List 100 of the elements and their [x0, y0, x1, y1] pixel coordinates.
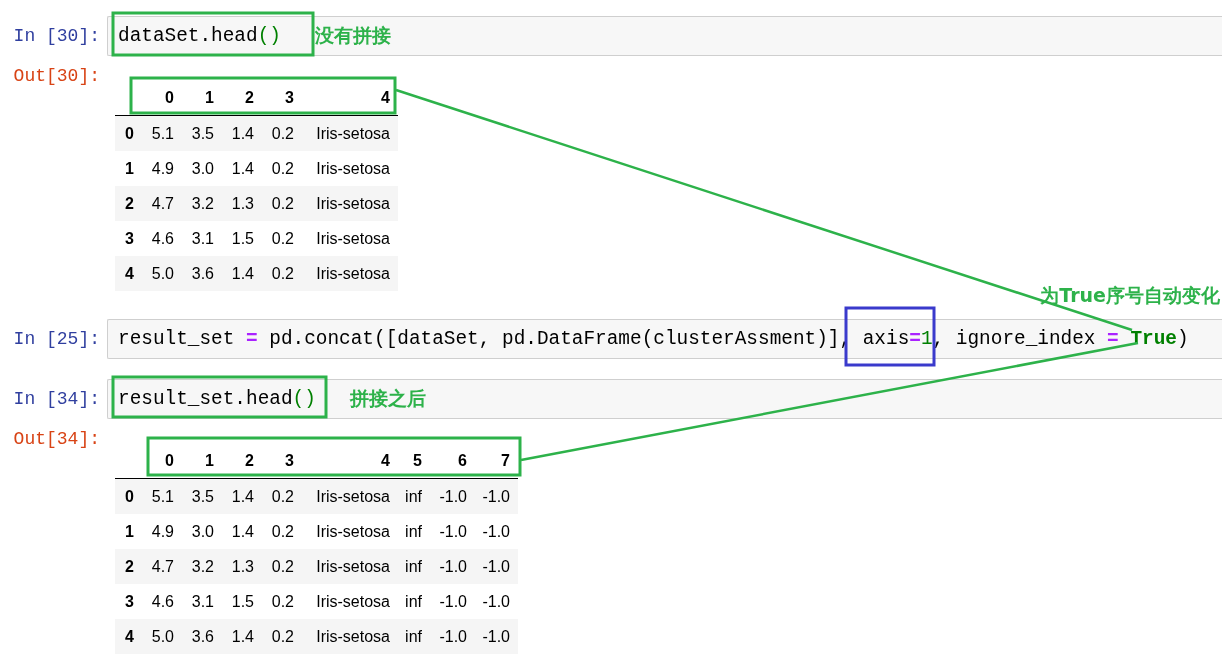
- output-prompt: Out[30]:: [12, 66, 101, 86]
- table-cell: 3.2: [182, 186, 222, 221]
- table-cell: Iris-setosa: [302, 186, 398, 221]
- row-index: 3: [115, 584, 142, 619]
- table-cell: 4.6: [142, 221, 182, 256]
- table-cell: 0.2: [262, 478, 302, 514]
- column-header: 1: [182, 80, 222, 116]
- table-cell: inf: [398, 549, 430, 584]
- table-cell: inf: [398, 478, 430, 514]
- table-cell: inf: [398, 514, 430, 549]
- table-cell: Iris-setosa: [302, 619, 398, 654]
- table-cell: 1.4: [222, 478, 262, 514]
- code-line: dataSet.head(): [118, 25, 281, 47]
- code-line: result_set.head(): [118, 388, 316, 410]
- code-cell[interactable]: result_set = pd.concat([dataSet, pd.DataFrame(clusterAssment)], axis=1, ignore_index = True): [107, 319, 1222, 359]
- table-cell: 3.6: [182, 256, 222, 291]
- table-cell: -1.0: [475, 549, 518, 584]
- annotation-text: 拼接之后: [349, 386, 426, 411]
- table-cell: 0.2: [262, 186, 302, 221]
- column-header: 0: [142, 80, 182, 116]
- row-index: 0: [115, 478, 142, 514]
- table-cell: 0.2: [262, 549, 302, 584]
- code-cell[interactable]: dataSet.head() 没有拼接: [107, 16, 1222, 56]
- column-header: 2: [222, 443, 262, 479]
- table-cell: 4.7: [142, 549, 182, 584]
- row-index: 2: [115, 549, 142, 584]
- table-cell: Iris-setosa: [302, 549, 398, 584]
- row-index: 1: [115, 151, 142, 186]
- table-cell: 1.4: [222, 151, 262, 186]
- table-cell: Iris-setosa: [302, 256, 398, 291]
- table-cell: 0.2: [262, 221, 302, 256]
- input-prompt: In [34]:: [12, 389, 101, 409]
- table-cell: Iris-setosa: [302, 115, 398, 151]
- column-header: 0: [142, 443, 182, 479]
- table-cell: Iris-setosa: [302, 514, 398, 549]
- code-line: result_set = pd.concat([dataSet, pd.DataFrame(clusterAssment)], axis=1, ignore_index = True): [118, 328, 1189, 350]
- table-cell: -1.0: [475, 514, 518, 549]
- column-header: 2: [222, 80, 262, 116]
- table-cell: 5.0: [142, 256, 182, 291]
- table-cell: 1.5: [222, 584, 262, 619]
- table-cell: 3.2: [182, 549, 222, 584]
- table-cell: 0.2: [262, 619, 302, 654]
- table-cell: inf: [398, 619, 430, 654]
- column-header: 1: [182, 443, 222, 479]
- table-cell: 3.0: [182, 151, 222, 186]
- column-header: 3: [262, 80, 302, 116]
- table-cell: 3.1: [182, 584, 222, 619]
- table-cell: 1.4: [222, 115, 262, 151]
- table-cell: 4.6: [142, 584, 182, 619]
- column-header: 6: [430, 443, 475, 479]
- input-prompt: In [30]:: [12, 26, 101, 46]
- table-cell: 1.4: [222, 514, 262, 549]
- table-cell: -1.0: [430, 478, 475, 514]
- table-cell: 1.4: [222, 619, 262, 654]
- annotation-text: 没有拼接: [314, 23, 391, 48]
- table-cell: 1.4: [222, 256, 262, 291]
- table-cell: -1.0: [475, 584, 518, 619]
- table-cell: 3.6: [182, 619, 222, 654]
- output-prompt: Out[34]:: [12, 429, 101, 449]
- row-index: 3: [115, 221, 142, 256]
- row-index: 4: [115, 619, 142, 654]
- table-cell: 3.1: [182, 221, 222, 256]
- column-header: 5: [398, 443, 430, 479]
- table-cell: -1.0: [430, 514, 475, 549]
- table-cell: 1.3: [222, 549, 262, 584]
- column-header: 7: [475, 443, 518, 479]
- table-cell: inf: [398, 584, 430, 619]
- table-cell: 3.5: [182, 115, 222, 151]
- table-cell: 3.0: [182, 514, 222, 549]
- row-index: 1: [115, 514, 142, 549]
- column-header: 4: [302, 443, 398, 479]
- table-cell: -1.0: [430, 619, 475, 654]
- table-cell: 5.1: [142, 478, 182, 514]
- table-cell: Iris-setosa: [302, 151, 398, 186]
- table-cell: 0.2: [262, 151, 302, 186]
- row-index: 4: [115, 256, 142, 291]
- table-cell: -1.0: [430, 584, 475, 619]
- table-cell: 1.5: [222, 221, 262, 256]
- table-cell: 0.2: [262, 256, 302, 291]
- table-cell: Iris-setosa: [302, 478, 398, 514]
- table-cell: 3.5: [182, 478, 222, 514]
- row-index: 0: [115, 115, 142, 151]
- code-cell[interactable]: result_set.head() 拼接之后: [107, 379, 1222, 419]
- table-cell: 0.2: [262, 584, 302, 619]
- column-header: 4: [302, 80, 398, 116]
- table-cell: 4.9: [142, 151, 182, 186]
- table-cell: 1.3: [222, 186, 262, 221]
- table-cell: 4.9: [142, 514, 182, 549]
- table-cell: 0.2: [262, 115, 302, 151]
- table-cell: 5.0: [142, 619, 182, 654]
- input-prompt: In [25]:: [12, 329, 101, 349]
- table-cell: -1.0: [475, 478, 518, 514]
- table-cell: Iris-setosa: [302, 584, 398, 619]
- table-cell: Iris-setosa: [302, 221, 398, 256]
- table-cell: 4.7: [142, 186, 182, 221]
- column-header: 3: [262, 443, 302, 479]
- annotation-text: 为True序号自动变化: [1040, 284, 1220, 306]
- row-index: 2: [115, 186, 142, 221]
- table-cell: -1.0: [430, 549, 475, 584]
- table-cell: 0.2: [262, 514, 302, 549]
